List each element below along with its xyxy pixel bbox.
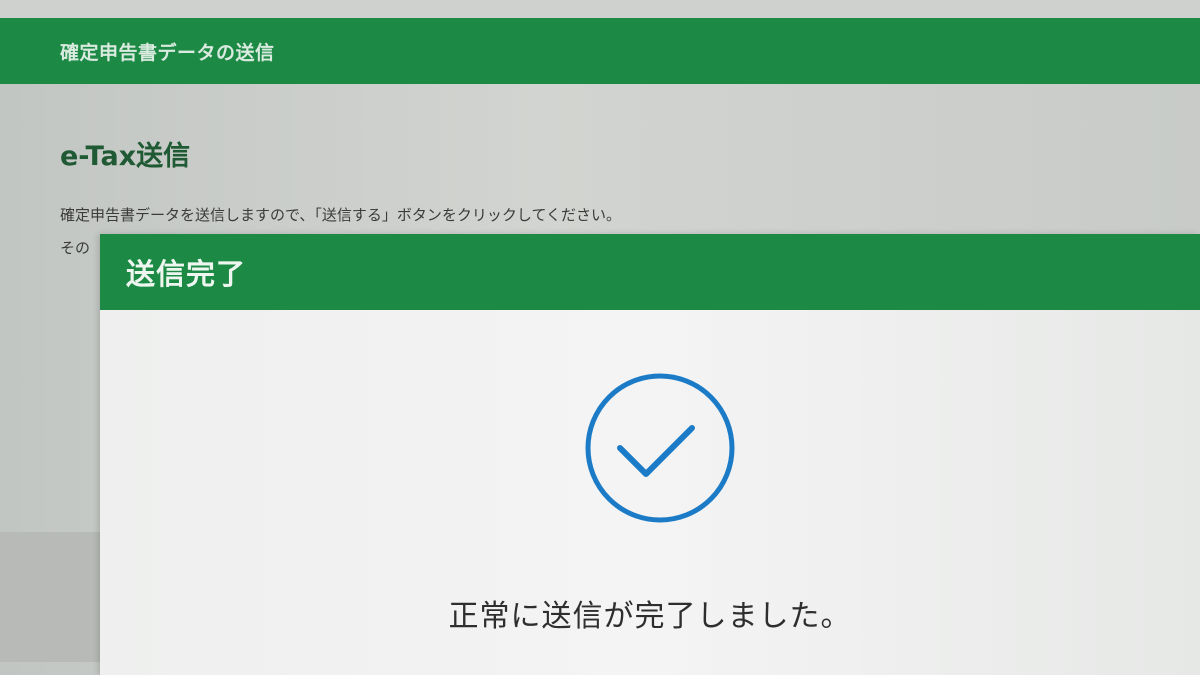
completion-dialog: 送信完了 正常に送信が完了しました。 [100, 234, 1200, 675]
section-description-continued: その [60, 239, 91, 257]
page-header: 確定申告書データの送信 [0, 18, 1200, 84]
lower-left-shade [0, 532, 100, 662]
dialog-message: 正常に送信が完了しました。 [448, 599, 852, 634]
dialog-title: 送信完了 [126, 257, 247, 291]
section-title: e-Tax送信 [60, 141, 191, 172]
top-strip [0, 0, 1200, 18]
section-description: 確定申告書データを送信しますので、「送信する」ボタンをクリックしてください。 [60, 206, 622, 224]
page-header-title: 確定申告書データの送信 [60, 41, 275, 64]
dialog-header: 送信完了 [100, 234, 1200, 310]
checkmark-circle-icon [582, 370, 738, 526]
